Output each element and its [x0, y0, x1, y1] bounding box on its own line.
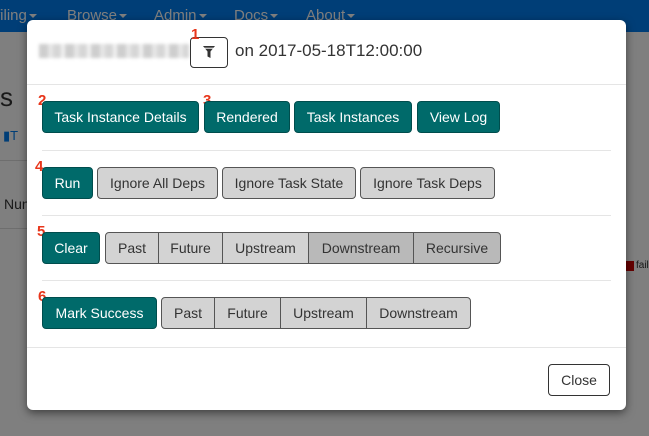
- rendered-button[interactable]: Rendered: [204, 101, 290, 133]
- execution-date-title: on 2017-05-18T12:00:00: [235, 41, 423, 60]
- clear-future-toggle[interactable]: Future: [158, 232, 223, 264]
- clear-recursive-toggle[interactable]: Recursive: [413, 232, 501, 264]
- divider: [42, 215, 611, 216]
- redacted-task-name: [39, 44, 189, 58]
- task-instances-button[interactable]: Task Instances: [294, 101, 412, 133]
- annotation-badge-1: 1: [191, 26, 200, 43]
- mark-success-past-toggle[interactable]: Past: [161, 297, 215, 329]
- mark-success-upstream-toggle[interactable]: Upstream: [280, 297, 367, 329]
- view-log-button[interactable]: View Log: [417, 101, 500, 133]
- mark-success-downstream-toggle[interactable]: Downstream: [366, 297, 471, 329]
- mark-success-options-group: Past Future Upstream Downstream: [161, 297, 471, 329]
- modal-header: on 2017-05-18T12:00:00: [27, 20, 626, 85]
- ignore-task-state-toggle[interactable]: Ignore Task State: [222, 167, 356, 199]
- divider: [42, 280, 611, 281]
- clear-upstream-toggle[interactable]: Upstream: [222, 232, 309, 264]
- clear-options-group: Past Future Upstream Downstream Recursiv…: [105, 232, 501, 264]
- clear-downstream-toggle[interactable]: Downstream: [308, 232, 414, 264]
- divider: [42, 150, 611, 151]
- ignore-task-deps-toggle[interactable]: Ignore Task Deps: [360, 167, 495, 199]
- clear-button[interactable]: Clear: [42, 232, 100, 264]
- filter-icon: [203, 46, 215, 58]
- mark-success-future-toggle[interactable]: Future: [214, 297, 281, 329]
- close-button[interactable]: Close: [548, 364, 610, 396]
- run-button[interactable]: Run: [42, 167, 93, 199]
- clear-past-toggle[interactable]: Past: [105, 232, 159, 264]
- mark-success-button[interactable]: Mark Success: [42, 297, 157, 329]
- task-instance-modal: on 2017-05-18T12:00:00 1 2 3 4 5 6 Task …: [27, 20, 626, 410]
- ignore-all-deps-toggle[interactable]: Ignore All Deps: [97, 167, 218, 199]
- modal-footer: Close: [27, 347, 626, 411]
- task-instance-details-button[interactable]: Task Instance Details: [42, 101, 199, 133]
